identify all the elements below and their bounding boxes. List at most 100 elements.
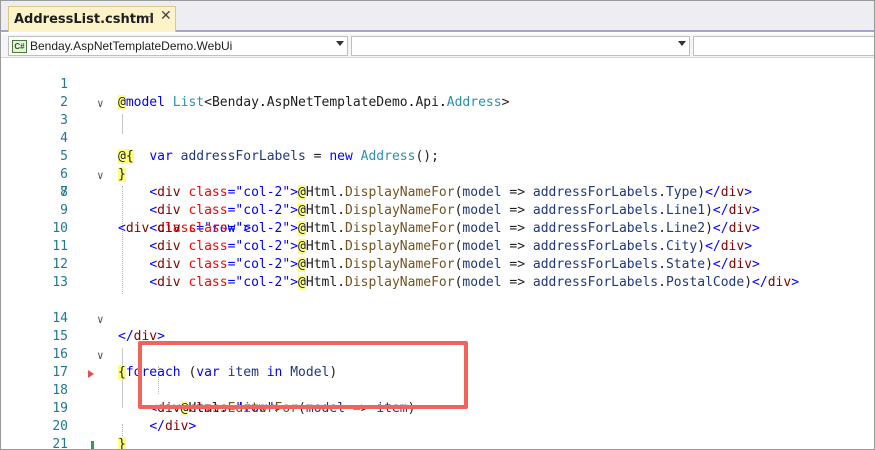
member-dropdown[interactable] (693, 36, 875, 56)
tag-name: div (728, 257, 753, 272)
punctuation: ) (697, 185, 706, 200)
line-code: <div class="col-2">@Html.DisplayNameFor(… (118, 184, 752, 202)
razor-at: @ (298, 275, 306, 290)
code-line[interactable]: 9 <div class="col-2">@Html.DisplayNameFo… (0, 202, 875, 220)
tag-name: div (157, 185, 181, 200)
line-number: 9 (60, 203, 68, 218)
punctuation: ) (697, 239, 706, 254)
punctuation: . (658, 203, 666, 218)
method-name: DisplayNameFor (345, 203, 455, 218)
code-line[interactable]: 21 (0, 418, 875, 450)
tab-addresslist-cshtml[interactable]: AddressList.cshtml ⊣ ✕ (8, 6, 176, 32)
tag-name: div (157, 221, 181, 236)
highlight-annotation-box (138, 341, 468, 409)
code-line[interactable]: 13 <div class="col-2">@Html.DisplayNameF… (0, 274, 875, 292)
helper-object: Html (305, 275, 338, 290)
tag-name: div (728, 221, 753, 236)
attribute-name: class (188, 257, 228, 272)
punctuation: > (290, 185, 299, 200)
punctuation: > (290, 275, 299, 290)
chevron-down-icon[interactable] (678, 41, 686, 46)
code-line[interactable]: 14 </div> (0, 292, 875, 344)
code-line[interactable]: 1 @model List<Benday.AspNetTemplateDemo.… (0, 58, 875, 110)
attribute-value: "col-2" (235, 185, 291, 200)
chevron-down-icon[interactable]: ∨ (97, 167, 104, 185)
operator: => (501, 239, 533, 254)
method-name: DisplayNameFor (345, 275, 455, 290)
punctuation: ) (705, 257, 713, 272)
variable: addressForLabels (532, 239, 659, 254)
tag-name: div (720, 239, 745, 254)
punctuation: > (752, 203, 760, 218)
chevron-down-icon[interactable]: ∨ (97, 311, 104, 329)
parameter: model (462, 257, 502, 272)
tag-name: div (157, 203, 181, 218)
code-line[interactable]: 3 ∨ @{ (0, 94, 875, 164)
code-line[interactable]: 7 ∨ <div class="row"> (0, 166, 875, 236)
attribute-name: class (188, 221, 228, 236)
operator: => (501, 203, 533, 218)
punctuation: > (752, 221, 760, 236)
chevron-down-icon[interactable]: ∨ (97, 95, 104, 113)
razor-at: @ (298, 203, 306, 218)
code-line[interactable]: 6 (0, 148, 875, 182)
punctuation: . (337, 203, 346, 218)
punctuation: < (149, 185, 158, 200)
punctuation: > (744, 239, 753, 254)
tab-title: AddressList.cshtml (14, 12, 154, 27)
attribute-name: class (188, 185, 228, 200)
code-line[interactable]: 8 <div class="col-2">@Html.DisplayNameFo… (0, 184, 875, 202)
project-dropdown-value: Benday.AspNetTemplateDemo.WebUi (30, 39, 233, 53)
csharp-project-icon: C# (12, 39, 27, 53)
close-icon[interactable]: ✕ (160, 8, 172, 24)
punctuation: < (149, 275, 158, 290)
code-line[interactable]: 15 ∨ @foreach (var item in Model) (0, 310, 875, 380)
razor-at: @ (298, 185, 306, 200)
method-name: DisplayNameFor (345, 257, 455, 272)
code-line[interactable]: 12 <div class="col-2">@Html.DisplayNameF… (0, 256, 875, 274)
variable: addressForLabels (532, 221, 659, 236)
line-number: 12 (52, 257, 68, 272)
helper-object: Html (305, 221, 338, 236)
punctuation: </ (705, 185, 721, 200)
punctuation: </ (712, 221, 729, 236)
helper-object: Html (305, 257, 338, 272)
line-code: <div class="col-2">@Html.DisplayNameFor(… (118, 220, 760, 238)
razor-at: @ (298, 221, 306, 236)
attribute-value: "col-2" (235, 203, 291, 218)
chevron-down-icon[interactable]: ∨ (97, 347, 104, 365)
punctuation: . (337, 185, 346, 200)
punctuation: . (658, 275, 666, 290)
punctuation: < (149, 221, 158, 236)
punctuation: < (149, 203, 158, 218)
operator: => (501, 185, 533, 200)
tag-name: div (157, 239, 181, 254)
line-number: 10 (52, 221, 68, 236)
attribute-value: "col-2" (235, 275, 291, 290)
chevron-down-icon[interactable] (336, 41, 344, 46)
property-name: PostalCode (665, 275, 745, 290)
punctuation: . (337, 257, 346, 272)
method-name: DisplayNameFor (345, 221, 455, 236)
razor-at: @ (298, 239, 306, 254)
property-name: City (665, 239, 698, 254)
type-dropdown[interactable] (351, 36, 690, 56)
punctuation: . (658, 257, 666, 272)
code-line[interactable]: 11 <div class="col-2">@Html.DisplayNameF… (0, 238, 875, 256)
line-code: <div class="col-2">@Html.DisplayNameFor(… (118, 238, 752, 256)
variable: addressForLabels (532, 275, 659, 290)
code-line[interactable]: 22 (0, 436, 875, 450)
pin-icon[interactable]: ⊣ (142, 10, 152, 24)
code-line[interactable]: 10 <div class="col-2">@Html.DisplayNameF… (0, 220, 875, 238)
line-number: 13 (52, 275, 68, 290)
code-line[interactable]: 2 (0, 76, 875, 110)
document-tab-strip: AddressList.cshtml ⊣ ✕ (0, 0, 875, 32)
project-dropdown[interactable]: C# Benday.AspNetTemplateDemo.WebUi (8, 36, 348, 56)
code-line[interactable]: 5 } (0, 130, 875, 182)
variable: addressForLabels (532, 257, 659, 272)
line-code: <div class="col-2">@Html.DisplayNameFor(… (118, 274, 799, 292)
property-name: Line1 (665, 203, 706, 218)
code-line[interactable]: 4 var addressForLabels = new Address(); (0, 112, 875, 164)
